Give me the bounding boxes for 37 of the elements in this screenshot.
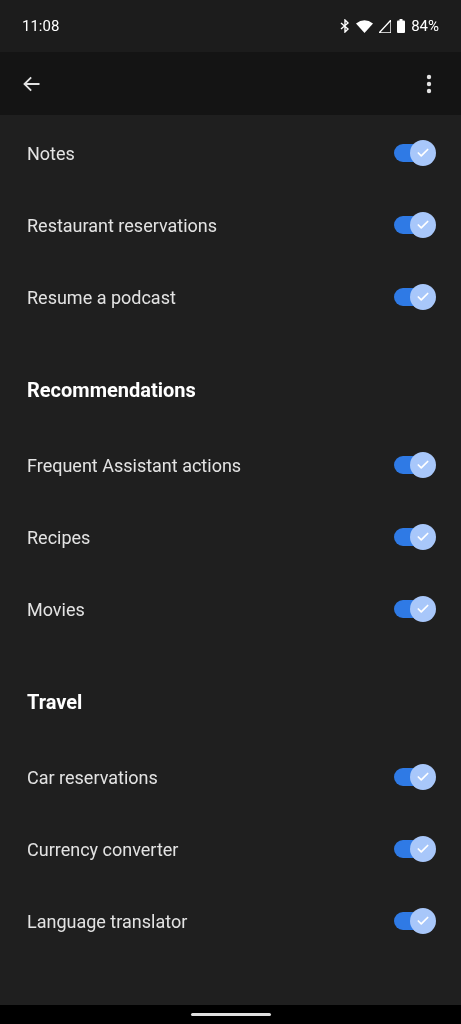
status-time: 11:08 [22, 15, 60, 37]
toggle-switch[interactable] [394, 764, 436, 790]
section-header: Recommendations [27, 377, 196, 404]
check-icon [416, 290, 430, 304]
check-icon [416, 770, 430, 784]
toggle-switch[interactable] [394, 596, 436, 622]
more-options-icon [426, 73, 432, 94]
setting-label: Movies [27, 597, 85, 622]
toggle-switch[interactable] [394, 212, 436, 238]
check-icon [416, 218, 430, 232]
toggle-switch[interactable] [394, 140, 436, 166]
check-icon [416, 458, 430, 472]
toggle-switch[interactable] [394, 452, 436, 478]
check-icon [416, 146, 430, 160]
toggle-switch[interactable] [394, 908, 436, 934]
check-icon [416, 914, 430, 928]
wifi-icon [356, 19, 374, 33]
toggle-switch[interactable] [394, 836, 436, 862]
setting-label: Notes [27, 141, 75, 166]
section-header: Travel [27, 689, 83, 716]
toggle-switch[interactable] [394, 284, 436, 310]
bluetooth-icon [340, 19, 351, 33]
setting-label: Language translator [27, 909, 188, 934]
check-icon [416, 530, 430, 544]
check-icon [416, 842, 430, 856]
setting-label: Restaurant reservations [27, 213, 218, 238]
setting-label: Car reservations [27, 765, 158, 790]
home-handle[interactable] [190, 1013, 271, 1016]
battery-percent: 84% [411, 15, 439, 37]
setting-label: Frequent Assistant actions [27, 453, 242, 478]
setting-label: Recipes [27, 525, 91, 550]
toggle-switch[interactable] [394, 524, 436, 550]
battery-icon [397, 19, 406, 33]
setting-label: Currency converter [27, 837, 179, 862]
check-icon [416, 602, 430, 616]
setting-label: Resume a podcast [27, 285, 176, 310]
signal-icon [379, 19, 392, 33]
